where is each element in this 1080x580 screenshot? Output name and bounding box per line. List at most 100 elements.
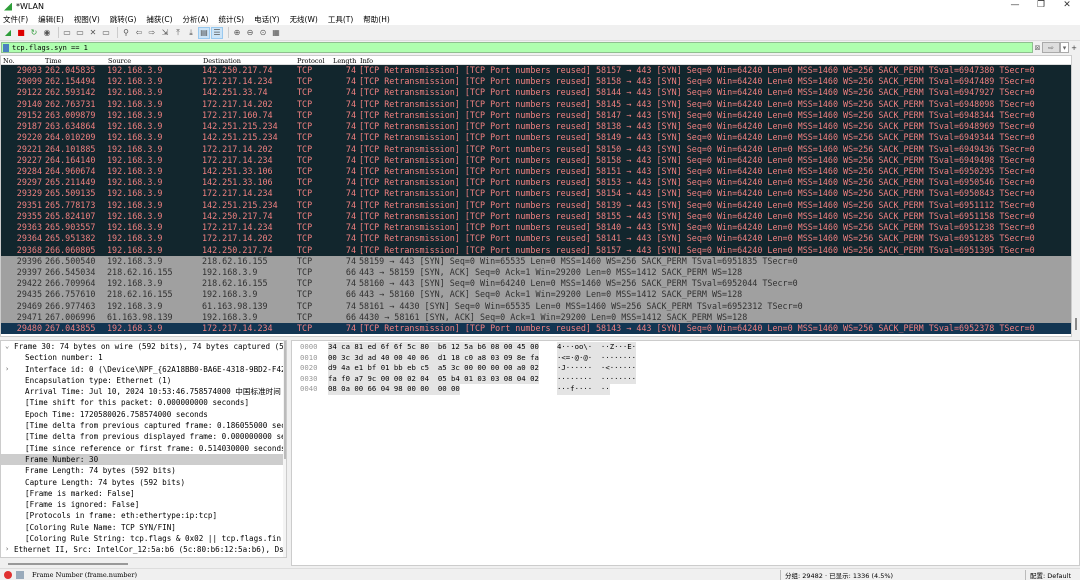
column-header-time[interactable]: Time (45, 57, 61, 65)
capture-options-icon[interactable]: ◉ (42, 28, 52, 38)
open-file-icon[interactable]: ▭ (62, 28, 72, 38)
detail-tree-item[interactable]: [Time delta from previous captured frame… (1, 420, 286, 431)
column-header-destination[interactable]: Destination (203, 57, 241, 65)
hex-ascii[interactable]: ·<=·@·@· ········ (557, 352, 637, 364)
packet-row[interactable]: 29284 264.960674 192.168.3.9 142.251.33.106… (1, 165, 1071, 178)
detail-tree-item[interactable]: Epoch Time: 1720580026.758574000 seconds (1, 409, 286, 420)
packet-row[interactable]: 29480 267.043855 192.168.3.9 172.217.14.234… (1, 323, 1071, 335)
hex-bytes[interactable]: 34 ca 81 ed 6f 6f 5c 80 b6 12 5a b6 08 0… (328, 342, 539, 353)
packet-row[interactable]: 29396 266.500540 192.168.3.9 218.62.16.155 T… (1, 255, 1071, 267)
packet-row[interactable]: 29140 262.763731 192.168.3.9 172.217.14.202… (1, 98, 1071, 110)
detail-tree-item[interactable]: [Protocols in frame: eth:ethertype:ip:tc… (1, 510, 286, 521)
shark-fin-start-icon[interactable]: ◢ (3, 28, 13, 38)
menu-item[interactable]: 捕获(C) (146, 14, 172, 25)
hex-ascii[interactable]: ···f···· ·· (557, 384, 610, 395)
go-first-icon[interactable]: ⤒ (173, 28, 183, 38)
detail-tree-item[interactable]: Section number: 1 (1, 352, 286, 363)
detail-tree-item[interactable]: › Interface id: 0 (\Device\NPF_{62A18BB0-… (1, 364, 286, 375)
menu-item[interactable]: 编辑(E) (38, 14, 64, 25)
column-header-source[interactable]: Source (108, 57, 131, 65)
menu-item[interactable]: 工具(T) (328, 14, 353, 25)
packet-row[interactable]: 29122 262.593142 192.168.3.9 142.251.33.74 T… (1, 87, 1071, 99)
stop-capture-icon[interactable]: ■ (16, 28, 26, 38)
add-filter-button[interactable]: + (1069, 42, 1079, 53)
packet-row[interactable]: 29397 266.545034 218.62.16.155 192.168.3.9 T… (1, 266, 1071, 279)
go-last-icon[interactable]: ⤓ (186, 28, 196, 38)
packet-row[interactable]: 29469 266.977463 192.168.3.9 61.163.98.139 T… (1, 300, 1071, 312)
packet-row[interactable]: 29152 263.009879 192.168.3.9 172.217.160.74… (1, 109, 1071, 122)
packet-row[interactable]: 29471 267.006996 61.163.98.139 192.168.3.9 T… (1, 311, 1071, 324)
colorize-icon[interactable]: ☰ (211, 26, 223, 39)
reload-file-icon[interactable]: ▭ (101, 28, 111, 38)
menu-item[interactable]: 无线(W) (290, 14, 318, 25)
apply-filter-button[interactable]: ⇨ (1042, 42, 1060, 53)
menu-item[interactable]: 视图(V) (74, 14, 100, 25)
packet-row[interactable]: 29368 266.060805 192.168.3.9 142.250.217.74… (1, 244, 1071, 256)
display-filter-field[interactable] (1, 42, 1033, 53)
packet-row[interactable]: 29220 264.010209 192.168.3.9 142.251.215.23… (1, 132, 1071, 144)
hex-bytes[interactable]: 08 0a 00 66 04 98 00 00 00 00 (328, 384, 460, 395)
detail-tree-item[interactable]: Capture Length: 74 bytes (592 bits) (1, 477, 286, 488)
packet-row[interactable]: 29355 265.824107 192.168.3.9 142.250.217.74… (1, 210, 1071, 223)
minimize-button[interactable]: — (1002, 0, 1028, 10)
packet-row[interactable]: 29363 265.903557 192.168.3.9 172.217.14.234… (1, 222, 1071, 234)
detail-tree-item[interactable]: Arrival Time: Jul 10, 2024 10:53:46.7585… (1, 386, 286, 397)
expand-arrow-icon[interactable]: › (5, 544, 9, 555)
expert-info-icon[interactable] (4, 570, 12, 579)
details-horizontal-scrollbar[interactable] (8, 563, 128, 565)
column-header-info[interactable]: Info (360, 57, 373, 65)
detail-tree-item[interactable]: [Frame is marked: False] (1, 488, 286, 499)
close-button[interactable]: ✕ (1054, 0, 1080, 10)
go-back-icon[interactable]: ⇦ (134, 28, 144, 38)
hex-ascii[interactable]: ········ ········ (557, 373, 637, 385)
column-header-protocol[interactable]: Protocol (297, 57, 325, 65)
resize-columns-icon[interactable]: ▦ (271, 28, 281, 38)
packet-row[interactable]: 29351 265.778173 192.168.3.9 142.251.215.23… (1, 199, 1071, 211)
profile-status[interactable]: 配置: Default (1025, 569, 1071, 580)
detail-tree-item[interactable]: [Frame is ignored: False] (1, 499, 286, 510)
packet-row[interactable]: 29364 265.951382 192.168.3.9 172.217.14.202… (1, 233, 1071, 245)
menu-item[interactable]: 跳转(G) (110, 14, 137, 25)
collapse-arrow-icon[interactable]: ⌄ (5, 341, 9, 352)
packet-row[interactable]: 29227 264.164140 192.168.3.9 172.217.14.234… (1, 154, 1071, 166)
packet-list-scrollbar[interactable] (1072, 55, 1080, 337)
detail-tree-item[interactable]: Encapsulation type: Ethernet (1) (1, 375, 286, 386)
filter-history-dropdown[interactable]: ▾ (1060, 42, 1069, 53)
hex-bytes[interactable]: fa f0 a7 9c 00 00 02 04 05 b4 01 03 03 0… (328, 373, 539, 385)
zoom-out-icon[interactable]: ⊖ (245, 28, 255, 38)
display-filter-input[interactable] (12, 43, 1032, 52)
expand-arrow-icon[interactable]: › (5, 364, 9, 375)
detail-tree-item[interactable]: [Time delta from previous displayed fram… (1, 431, 286, 442)
find-packet-icon[interactable]: ⚲ (121, 28, 131, 38)
hex-bytes[interactable]: d9 4a e1 bf 01 bb eb c5 a5 3c 00 00 00 0… (328, 363, 539, 374)
go-forward-icon[interactable]: ⇨ (147, 28, 157, 38)
maximize-button[interactable]: ❐ (1028, 0, 1054, 10)
go-to-packet-icon[interactable]: ⇲ (160, 28, 170, 38)
detail-tree-item[interactable]: [Time since reference or first frame: 0.… (1, 443, 286, 454)
packet-row[interactable]: 29422 266.709964 192.168.3.9 218.62.16.155 T… (1, 278, 1071, 290)
restart-capture-icon[interactable]: ↻ (29, 28, 39, 38)
clear-filter-icon[interactable]: ⊠ (1033, 42, 1042, 53)
packet-row[interactable]: 29099 262.154494 192.168.3.9 172.217.14.234… (1, 76, 1071, 88)
zoom-in-icon[interactable]: ⊕ (232, 28, 242, 38)
menu-item[interactable]: 分析(A) (183, 14, 209, 25)
edit-comment-icon[interactable] (16, 570, 24, 579)
save-file-icon[interactable]: ▭ (75, 28, 85, 38)
column-header-no[interactable]: No. (3, 57, 15, 65)
close-file-icon[interactable]: ✕ (88, 28, 98, 38)
hex-bytes[interactable]: 00 3c 3d ad 40 00 40 06 d1 18 c0 a8 03 0… (328, 352, 539, 364)
menu-item[interactable]: 电话(Y) (254, 14, 279, 25)
menu-item[interactable]: 统计(S) (219, 14, 245, 25)
column-header-length[interactable]: Length (333, 57, 356, 65)
detail-tree-item[interactable]: Frame Length: 74 bytes (592 bits) (1, 465, 286, 476)
detail-tree-item[interactable]: [Coloring Rule Name: TCP SYN/FIN] (1, 522, 286, 533)
bookmark-icon[interactable] (3, 43, 9, 52)
detail-tree-item[interactable]: › Ethernet II, Src: IntelCor_12:5a:b6 (5c… (1, 544, 286, 555)
packet-row[interactable]: 29297 265.211449 192.168.3.9 142.251.33.106… (1, 177, 1071, 189)
detail-tree-item[interactable]: [Time shift for this packet: 0.000000000… (1, 397, 286, 408)
detail-tree-item[interactable]: Frame Number: 30 (1, 453, 286, 466)
packet-row[interactable]: 29435 266.757610 218.62.16.155 192.168.3.9 T… (1, 289, 1071, 301)
packet-row[interactable]: 29187 263.634864 192.168.3.9 142.251.215.23… (1, 121, 1071, 133)
packet-row[interactable]: 29329 265.509135 192.168.3.9 172.217.14.234… (1, 188, 1071, 200)
menu-item[interactable]: 文件(F) (3, 14, 28, 25)
